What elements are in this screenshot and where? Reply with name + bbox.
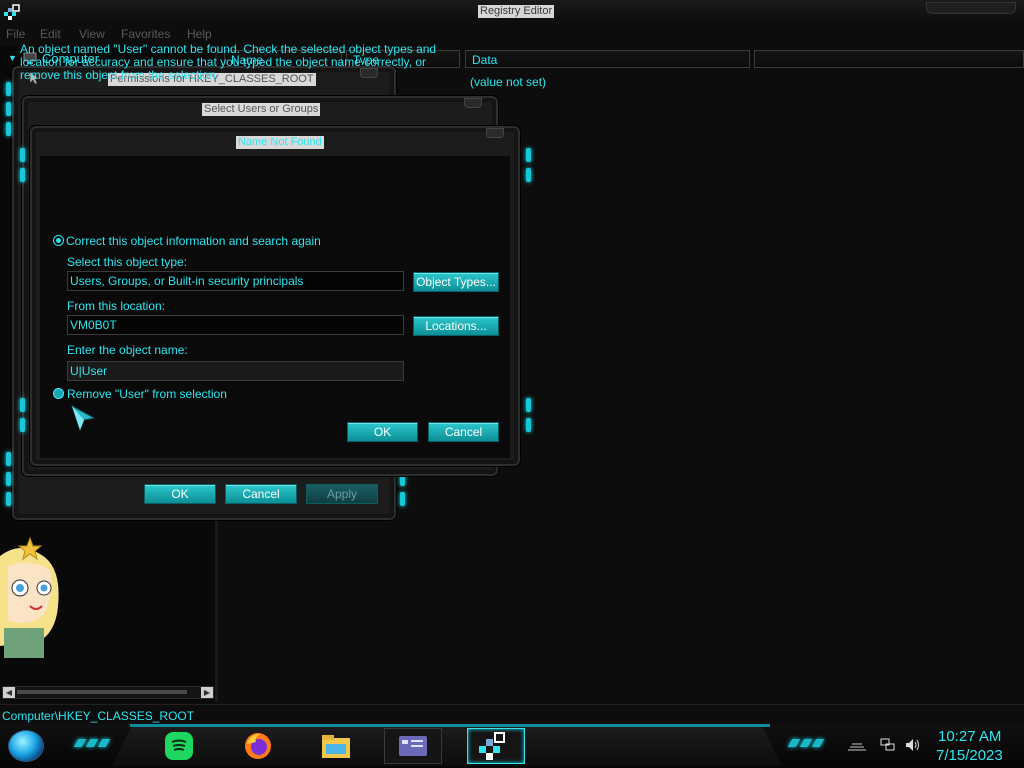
name-not-found-dialog: Name Not Found bbox=[20, 126, 531, 466]
status-path: Computer\HKEY_CLASSES_ROOT bbox=[2, 709, 195, 723]
frame-accent bbox=[20, 398, 25, 412]
clock-date[interactable]: 7/15/2023 bbox=[936, 747, 1003, 764]
radio-correct-object[interactable] bbox=[53, 235, 64, 246]
frame-accent bbox=[6, 102, 11, 116]
location-field: VM0B0T bbox=[67, 315, 404, 335]
window-controls[interactable] bbox=[926, 2, 1016, 14]
column-header-empty bbox=[754, 50, 1024, 68]
location-label: From this location: bbox=[67, 299, 166, 313]
cancel-button[interactable]: Cancel bbox=[428, 422, 499, 442]
value-data-cell[interactable]: (value not set) bbox=[470, 75, 546, 89]
show-hidden-icons-icon[interactable] bbox=[846, 741, 868, 751]
frame-accent bbox=[20, 418, 25, 432]
permissions-ok-button[interactable]: OK bbox=[144, 484, 216, 504]
frame-accent bbox=[6, 122, 11, 136]
menu-help[interactable]: Help bbox=[187, 27, 212, 41]
permissions-cancel-button[interactable]: Cancel bbox=[225, 484, 297, 504]
frame-accent bbox=[20, 168, 25, 182]
menu-view[interactable]: View bbox=[79, 27, 105, 41]
frame-accent bbox=[6, 492, 11, 506]
error-message: An object named "User" cannot be found. … bbox=[20, 42, 437, 82]
menu-bar: File Edit View Favorites Help bbox=[0, 24, 1024, 44]
firefox-icon[interactable] bbox=[242, 730, 274, 762]
object-name-input[interactable]: U|User bbox=[67, 361, 404, 381]
volume-icon[interactable] bbox=[905, 738, 921, 752]
object-type-field: Users, Groups, or Built-in security prin… bbox=[67, 271, 404, 291]
taskbar-accent-line bbox=[130, 724, 770, 727]
frame-accent bbox=[6, 82, 11, 96]
frame-accent bbox=[20, 148, 25, 162]
clock-time[interactable]: 10:27 AM bbox=[938, 728, 1001, 745]
radio-remove-object-label[interactable]: Remove "User" from selection bbox=[67, 387, 227, 401]
menu-edit[interactable]: Edit bbox=[40, 27, 61, 41]
horizontal-scrollbar[interactable]: ◀ ▶ bbox=[2, 686, 214, 699]
network-icon[interactable] bbox=[880, 738, 896, 752]
mouse-cursor-icon bbox=[71, 404, 96, 432]
menu-file[interactable]: File bbox=[6, 27, 25, 41]
select-users-dialog-title: Select Users or Groups bbox=[202, 103, 321, 116]
frame-accent bbox=[526, 418, 531, 432]
taskbar-accent bbox=[799, 739, 813, 747]
name-not-found-dialog-title: Name Not Found bbox=[236, 136, 324, 149]
locations-button[interactable]: Locations... bbox=[413, 316, 499, 336]
frame-accent bbox=[526, 168, 531, 182]
scroll-right-icon[interactable]: ▶ bbox=[201, 687, 213, 698]
frame-accent bbox=[400, 492, 405, 506]
expand-arrow-icon[interactable]: ▼ bbox=[8, 53, 18, 63]
frame-accent bbox=[526, 148, 531, 162]
taskbar-accent bbox=[85, 739, 99, 747]
start-button[interactable] bbox=[8, 730, 44, 762]
taskbar-track bbox=[112, 726, 782, 766]
registry-editor-icon[interactable] bbox=[476, 730, 508, 762]
registry-editor-icon bbox=[4, 4, 20, 20]
frame-accent bbox=[6, 452, 11, 466]
taskbar bbox=[0, 724, 1024, 768]
radio-remove-object[interactable] bbox=[53, 388, 64, 399]
close-icon[interactable] bbox=[486, 128, 504, 138]
control-panel-icon[interactable] bbox=[397, 730, 429, 762]
taskbar-accent bbox=[787, 739, 801, 747]
frame-accent bbox=[6, 472, 11, 486]
taskbar-accent bbox=[97, 739, 111, 747]
scrollbar-thumb[interactable] bbox=[17, 690, 187, 694]
frame-accent bbox=[526, 398, 531, 412]
menu-favorites[interactable]: Favorites bbox=[121, 27, 170, 41]
cartoon-character-image bbox=[0, 536, 59, 658]
object-name-label: Enter the object name: bbox=[67, 343, 188, 357]
title-bar[interactable]: Registry Editor bbox=[0, 0, 1024, 24]
scroll-left-icon[interactable]: ◀ bbox=[3, 687, 15, 698]
radio-correct-object-label[interactable]: Correct this object information and sear… bbox=[66, 234, 321, 248]
file-explorer-icon[interactable] bbox=[320, 730, 352, 762]
ok-button[interactable]: OK bbox=[347, 422, 418, 442]
column-header-data[interactable]: Data bbox=[465, 50, 750, 68]
object-types-button[interactable]: Object Types... bbox=[413, 272, 499, 292]
window-title: Registry Editor bbox=[478, 5, 555, 18]
spotify-icon[interactable] bbox=[163, 730, 195, 762]
taskbar-accent bbox=[73, 739, 87, 747]
taskbar-accent bbox=[811, 739, 825, 747]
status-bar: Computer\HKEY_CLASSES_ROOT bbox=[0, 704, 1024, 724]
close-icon[interactable] bbox=[464, 98, 482, 108]
object-type-label: Select this object type: bbox=[67, 255, 188, 269]
permissions-apply-button[interactable]: Apply bbox=[306, 484, 378, 504]
